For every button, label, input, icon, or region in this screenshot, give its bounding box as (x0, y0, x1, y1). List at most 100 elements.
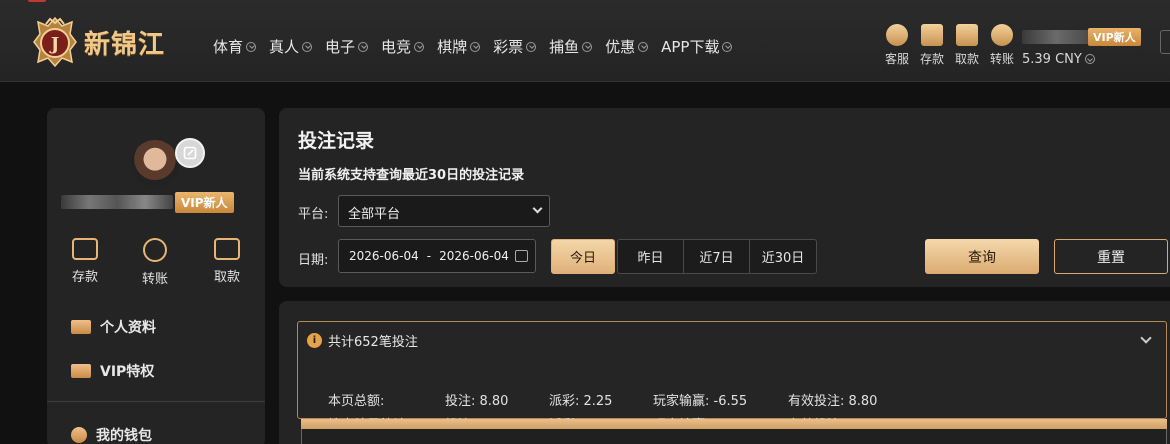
table-body (301, 429, 1167, 444)
nav-label: 电子 (325, 38, 356, 56)
logo-emblem-icon: J (32, 16, 78, 68)
id-card-icon (71, 320, 91, 334)
action-label: 取款 (954, 52, 979, 66)
card-icon (214, 238, 240, 260)
sidebar-item-label: 我的钱包 (96, 428, 152, 444)
username-masked (61, 195, 173, 209)
header-deposit-button[interactable]: 存款 (915, 24, 949, 67)
edit-profile-button[interactable] (175, 138, 205, 168)
avatar (131, 140, 179, 188)
range-30days[interactable]: 近30日 (750, 239, 817, 274)
summary-count: 共计652笔投注 (328, 335, 418, 350)
action-label: 存款 (919, 52, 944, 66)
refresh-icon[interactable] (1084, 54, 1095, 64)
nav-label: 彩票 (493, 38, 524, 56)
date-range-picker[interactable]: 2026-06-04 - 2026-06-04 (338, 239, 536, 273)
action-label: 转账 (989, 52, 1014, 66)
bet-query-panel: 投注记录 当前系统支持查询最近30日的投注记录 平台: 全部平台 日期: 202… (279, 108, 1170, 287)
nav-label: 优惠 (605, 38, 636, 56)
sidebar-withdraw-button[interactable]: 取款 (205, 238, 249, 285)
date-start[interactable]: 2026-06-04 (349, 249, 419, 263)
sidebar-item-profile[interactable]: 个人资料 (71, 317, 156, 337)
balance-display[interactable]: 5.39 CNY (1022, 52, 1141, 67)
header-actions: 客服 存款 取款 转账 (880, 24, 1020, 67)
sidebar-item-wallet[interactable]: 我的钱包 (71, 425, 152, 444)
table-header-bar (301, 419, 1167, 429)
nav-promotions[interactable]: 优惠 (605, 36, 649, 57)
menu-toggle[interactable] (1160, 30, 1170, 54)
nav-sports[interactable]: 体育 (213, 36, 257, 57)
quick-label: 存款 (71, 270, 98, 285)
sidebar-transfer-button[interactable]: 转账 (133, 238, 177, 287)
chevron-down-icon (722, 41, 733, 52)
bag-icon (956, 24, 978, 46)
row-label: 本页总额: (328, 394, 385, 409)
nav-lottery[interactable]: 彩票 (493, 36, 537, 57)
header-withdraw-button[interactable]: 取款 (950, 24, 984, 67)
nav-label: 真人 (269, 38, 300, 56)
action-label: 客服 (884, 52, 909, 66)
range-yesterday[interactable]: 昨日 (617, 239, 684, 274)
bet-summary-box[interactable]: i 共计652笔投注 本页总额: 投注: 8.80 派彩: 2.25 玩家输赢:… (297, 321, 1167, 433)
row-valid: 有效投注: 8.80 (788, 394, 878, 409)
chevron-down-icon (358, 41, 369, 52)
nav-esports[interactable]: 电竞 (381, 36, 425, 57)
row-payout: 派彩: 2.25 (549, 394, 613, 409)
sidebar-divider (47, 401, 265, 402)
chat-bubble-icon (886, 24, 908, 46)
wallet-icon (72, 238, 98, 260)
collapse-chevron-icon[interactable] (1140, 332, 1152, 344)
range-today[interactable]: 今日 (551, 239, 615, 274)
sidebar-item-label: 个人资料 (100, 320, 156, 336)
balance-value: 5.39 CNY (1022, 51, 1082, 67)
sidebar-deposit-button[interactable]: 存款 (63, 238, 107, 285)
top-header: J 新锦江 体育 真人 电子 电竞 棋牌 彩票 捕鱼 优惠 APP下载 客服 存… (0, 0, 1170, 82)
nav-label: APP下载 (661, 38, 720, 56)
customer-service-button[interactable]: 客服 (880, 24, 914, 67)
row-bet: 投注: 8.80 (445, 394, 509, 409)
nav-slots[interactable]: 电子 (325, 36, 369, 57)
nav-fishing[interactable]: 捕鱼 (549, 36, 593, 57)
chevron-down-icon (582, 41, 593, 52)
quick-label: 转账 (141, 272, 168, 287)
query-button[interactable]: 查询 (925, 239, 1039, 274)
chevron-down-icon (638, 41, 649, 52)
nav-label: 电竞 (381, 38, 412, 56)
sidebar-item-vip[interactable]: VIP特权 (71, 361, 154, 381)
platform-value: 全部平台 (348, 207, 401, 222)
platform-select[interactable]: 全部平台 (338, 195, 550, 227)
date-separator: - (426, 249, 432, 263)
nav-label: 棋牌 (437, 38, 468, 56)
nav-cards[interactable]: 棋牌 (437, 36, 481, 57)
query-note: 当前系统支持查询最近30日的投注记录 (298, 168, 525, 183)
date-label: 日期: (298, 253, 329, 268)
date-range-tabs: 今日 昨日 近7日 近30日 (551, 239, 817, 274)
range-7days[interactable]: 近7日 (684, 239, 750, 274)
site-logo[interactable]: J 新锦江 (32, 16, 165, 68)
nav-live[interactable]: 真人 (269, 36, 313, 57)
coin-transfer-icon (991, 24, 1013, 46)
vip-badge: VIP新人 (1088, 27, 1141, 46)
chevron-down-icon (532, 203, 543, 214)
info-icon: i (307, 333, 322, 348)
bet-results-panel: i 共计652笔投注 本页总额: 投注: 8.80 派彩: 2.25 玩家输赢:… (279, 301, 1170, 444)
calendar-icon[interactable] (515, 250, 528, 262)
nav-app-download[interactable]: APP下载 (661, 36, 733, 57)
nav-label: 体育 (213, 38, 244, 56)
reset-button[interactable]: 重置 (1054, 239, 1168, 274)
header-transfer-button[interactable]: 转账 (985, 24, 1019, 67)
nav-label: 捕鱼 (549, 38, 580, 56)
chevron-down-icon (526, 41, 537, 52)
chevron-down-icon (246, 41, 257, 52)
page-title: 投注记录 (298, 130, 375, 152)
date-end[interactable]: 2026-06-04 (439, 249, 509, 263)
account-sidebar: VIP新人 存款 转账 取款 个人资料 VIP特权 我的钱包 (47, 108, 265, 444)
piggy-bank-icon (71, 427, 87, 443)
transfer-icon (143, 238, 167, 262)
row-winloss: 玩家输赢: -6.55 (653, 394, 748, 409)
chevron-down-icon (470, 41, 481, 52)
wallet-icon (921, 24, 943, 46)
vip-card-icon (71, 364, 91, 378)
chevron-down-icon (414, 41, 425, 52)
header-user[interactable]: VIP新人 5.39 CNY (1022, 26, 1141, 67)
